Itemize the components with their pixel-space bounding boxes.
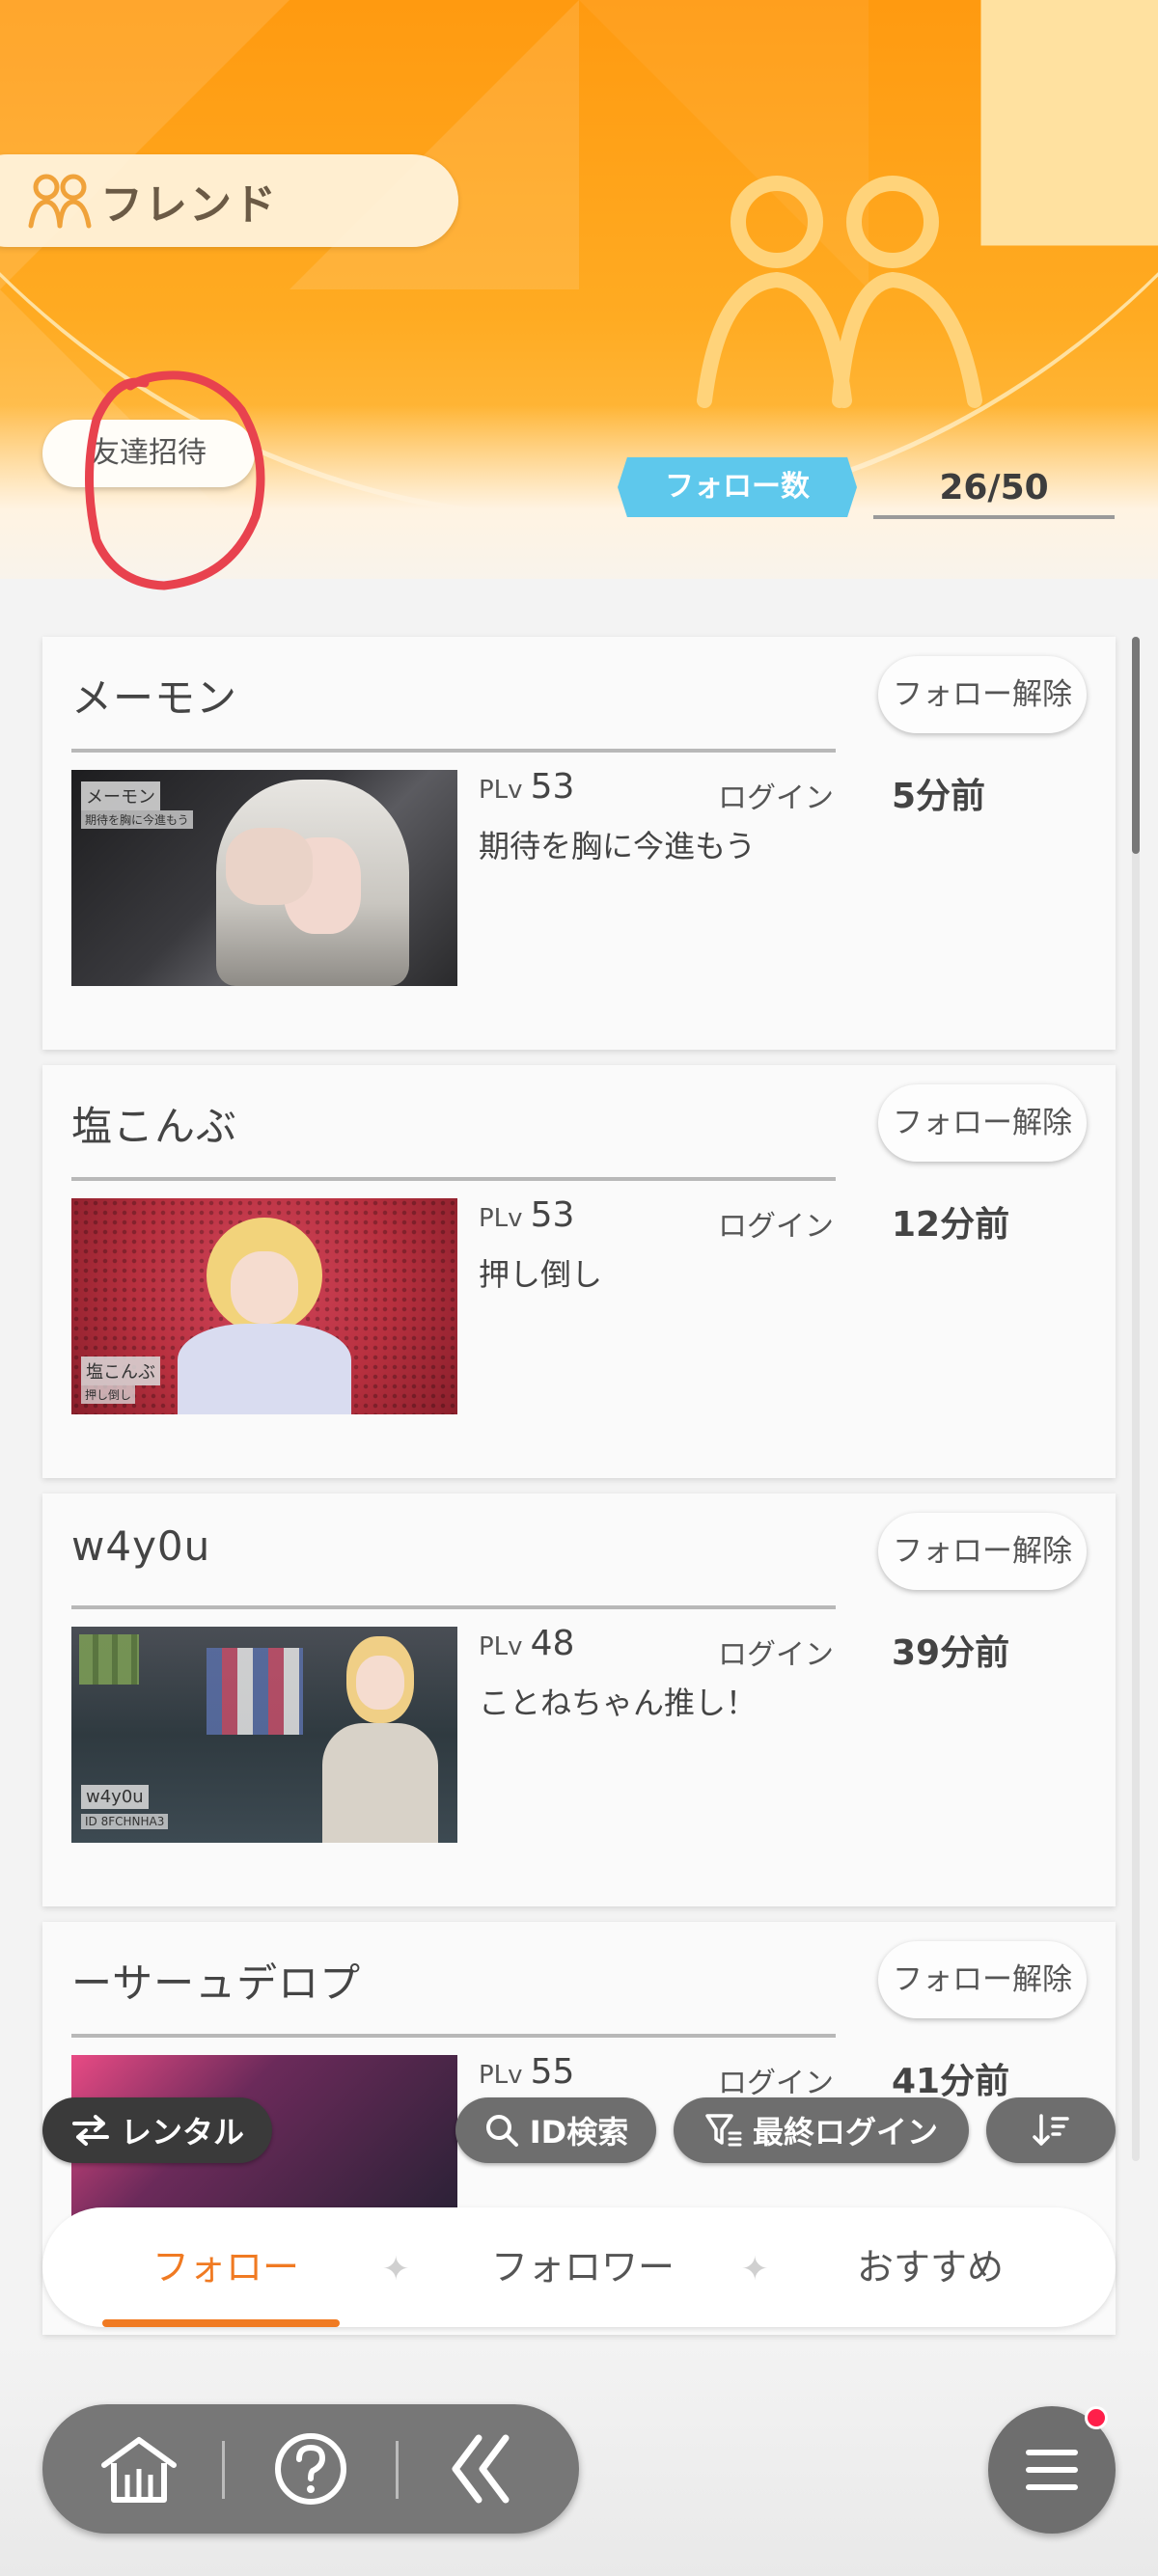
divider (71, 2034, 836, 2038)
unfollow-button[interactable]: フォロー解除 (878, 656, 1087, 733)
last-login-time: 41分前 (892, 2062, 1010, 2101)
unfollow-button[interactable]: フォロー解除 (878, 1084, 1087, 1162)
bottom-nav (42, 2404, 579, 2534)
home-icon[interactable] (91, 2421, 187, 2517)
tab-separator-icon: ✦ (741, 2250, 769, 2288)
thumbnail-subtitle: 期待を胸に今進もう (81, 810, 193, 829)
unfollow-button[interactable]: フォロー解除 (878, 1941, 1087, 2018)
menu-icon (1026, 2450, 1078, 2490)
last-login-filter-button[interactable]: 最終ログイン (674, 2097, 969, 2163)
plv-value: 55 (530, 2052, 575, 2092)
page-title: フレンド (0, 154, 458, 247)
rental-label: レンタル (120, 2114, 244, 2151)
tab-follow[interactable]: フォロー (81, 2207, 371, 2327)
player-level: PLv 53 (479, 767, 574, 807)
plv-label: PLv (479, 776, 523, 805)
tab-follower[interactable]: フォロワー (438, 2207, 728, 2327)
friend-thumbnail[interactable]: w4y0u ID 8FCHNHA3 (71, 1627, 457, 1843)
login-label: ログイン (718, 1210, 834, 1244)
thumbnail-subtitle: ID 8FCHNHA3 (81, 1814, 169, 1829)
tab-recommended[interactable]: おすすめ (786, 2207, 1075, 2327)
plv-value: 53 (530, 1195, 575, 1235)
follow-count-label: フォロー数 (618, 457, 857, 517)
login-label: ログイン (718, 2067, 834, 2100)
list-tabs: フォロー フォロワー おすすめ (42, 2207, 1116, 2327)
friend-card: メーモン フォロー解除 メーモン 期待を胸に今進もう PLv 53 ログイン 5分… (42, 637, 1116, 1050)
divider (71, 1605, 836, 1609)
menu-button[interactable] (988, 2406, 1116, 2534)
friends-icon (28, 174, 92, 229)
player-level: PLv 48 (479, 1624, 574, 1663)
id-search-button[interactable]: ID検索 (455, 2097, 656, 2163)
divider (71, 1177, 836, 1181)
plv-label: PLv (479, 1204, 523, 1233)
friend-thumbnail[interactable]: メーモン 期待を胸に今進もう (71, 770, 457, 986)
unfollow-button[interactable]: フォロー解除 (878, 1513, 1087, 1590)
friend-name[interactable]: w4y0u (71, 1522, 210, 1570)
swap-arrows-icon (71, 2115, 109, 2146)
friend-message: 期待を胸に今進もう (479, 828, 757, 864)
last-login-time: 39分前 (892, 1633, 1010, 1673)
filter-icon (705, 2114, 742, 2147)
friend-name[interactable]: 塩こんぶ (71, 1094, 237, 1153)
last-login-filter-label: 最終ログイン (752, 2114, 938, 2151)
plv-label: PLv (479, 2061, 523, 2090)
thumbnail-name: 塩こんぶ (81, 1357, 160, 1385)
player-level: PLv 55 (479, 2052, 574, 2092)
list-scrollbar[interactable] (1132, 637, 1140, 2161)
thumbnail-subtitle: 押し倒し (81, 1385, 136, 1404)
player-level: PLv 53 (479, 1195, 574, 1235)
sort-icon (1033, 2114, 1069, 2146)
thumbnail-name: w4y0u (81, 1785, 149, 1809)
friends-watermark-icon (697, 176, 982, 408)
plv-value: 53 (530, 767, 575, 807)
thumbnail-name: メーモン (81, 781, 160, 810)
back-icon[interactable] (434, 2421, 531, 2517)
nav-divider (396, 2441, 399, 2499)
friend-name[interactable]: メーモン (71, 666, 237, 725)
nav-divider (222, 2441, 225, 2499)
search-icon (485, 2115, 518, 2147)
login-label: ログイン (718, 781, 834, 815)
page-title-text: フレンド (100, 180, 278, 230)
friend-card: w4y0u フォロー解除 w4y0u ID 8FCHNHA3 PLv 48 ログイ… (42, 1494, 1116, 1906)
login-label: ログイン (718, 1638, 834, 1672)
id-search-label: ID検索 (529, 2114, 629, 2151)
tab-separator-icon: ✦ (382, 2250, 410, 2288)
sort-button[interactable] (986, 2097, 1116, 2163)
last-login-time: 5分前 (892, 777, 986, 816)
divider (71, 749, 836, 753)
last-login-time: 12分前 (892, 1205, 1010, 1245)
friend-name[interactable]: ーサーュデロプ (71, 1951, 361, 2010)
scrollbar-thumb[interactable] (1132, 637, 1140, 854)
help-icon[interactable] (262, 2421, 359, 2517)
rental-button[interactable]: レンタル (42, 2097, 272, 2163)
follow-count-value: 26/50 (873, 461, 1115, 519)
plv-value: 48 (530, 1624, 575, 1663)
friend-message: 押し倒し (479, 1256, 603, 1293)
friend-message: ことねちゃん推し！ (479, 1685, 758, 1721)
friend-thumbnail[interactable]: 塩こんぶ 押し倒し (71, 1198, 457, 1414)
friend-card: 塩こんぶ フォロー解除 塩こんぶ 押し倒し PLv 53 ログイン 12分前 押し… (42, 1065, 1116, 1478)
red-annotation-circle (85, 370, 265, 590)
active-tab-indicator (102, 2319, 340, 2327)
notification-badge (1085, 2406, 1108, 2429)
plv-label: PLv (479, 1632, 523, 1661)
